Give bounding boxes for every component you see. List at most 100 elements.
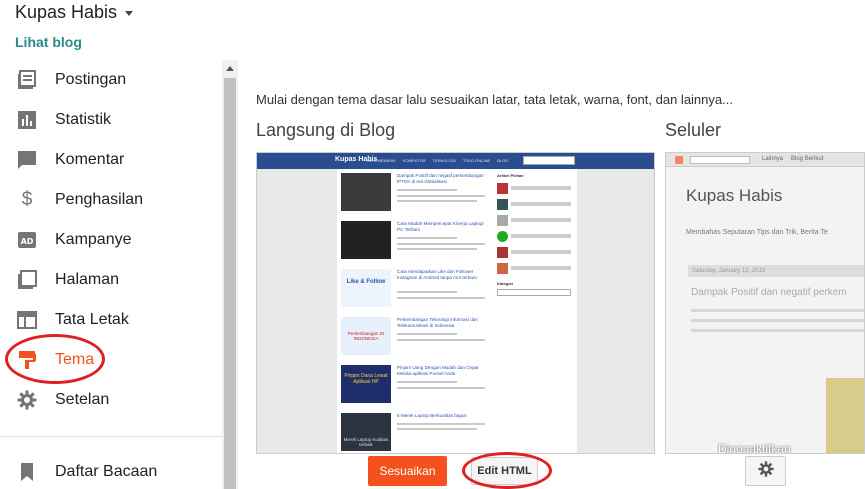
preview-side-item	[497, 213, 573, 227]
preview-side-item	[497, 245, 573, 259]
tema-highlight-ellipse	[5, 334, 105, 384]
scrollbar-thumb[interactable]	[224, 78, 236, 489]
preview-side-item	[497, 229, 573, 243]
preview-text-line	[397, 339, 485, 341]
sidebar-item-label: Penghasilan	[55, 191, 144, 208]
preview-thumb: Like & Follow	[341, 269, 391, 307]
mobile-top-link: Blog Berikut	[791, 156, 824, 162]
sidebar-item-stats[interactable]: Statistik	[0, 100, 222, 140]
preview-side-item	[497, 197, 573, 211]
preview-side-thumb	[497, 214, 508, 226]
preview-side-item	[497, 181, 573, 195]
preview-menu-item: INFO MENARIK	[367, 158, 396, 163]
preview-side-thumb	[497, 198, 508, 210]
preview-text-line	[397, 195, 485, 197]
live-blog-heading: Langsung di Blog	[256, 120, 396, 140]
mobile-post-title: Dampak Positif dan negatif perkem	[691, 287, 847, 298]
preview-sidebar: Artikel Pilihan Kategori	[497, 173, 573, 296]
sidebar-item-label: Kampanye	[55, 231, 132, 248]
preview-menu-item: TOKO ONLINE	[462, 158, 491, 163]
sidebar-item-reading-list[interactable]: Daftar Bacaan	[0, 452, 157, 489]
blog-name: Kupas Habis	[15, 2, 118, 22]
mobile-post-image	[826, 378, 864, 453]
preview-text-line	[397, 248, 477, 250]
preview-side-text	[511, 202, 571, 206]
preview-side-heading: Artikel Pilihan	[497, 173, 524, 178]
preview-navbar: Kupas Habis INFO MENARIK KOMPUTER TEKNOL…	[257, 153, 654, 169]
mobile-top-link: Lainnya	[762, 156, 784, 162]
preview-category-heading: Kategori	[497, 281, 514, 286]
sidebar-item-label: Halaman	[55, 271, 120, 288]
preview-meta-line	[397, 237, 457, 239]
preview-side-text	[511, 266, 571, 270]
pages-icon	[17, 270, 37, 290]
preview-text-line	[397, 243, 485, 245]
sidebar-item-comments[interactable]: Komentar	[0, 140, 222, 180]
sidebar-scrollbar[interactable]	[222, 60, 238, 489]
mobile-blog-title: Kupas Habis	[686, 186, 783, 205]
preview-post: Perkembangan DI INDONESIA Perkembangan T…	[341, 317, 491, 365]
preview-post-title: Cara mendapatkan Like dan Follower Insta…	[397, 269, 477, 280]
preview-post: Like & Follow Cara mendapatkan Like dan …	[341, 269, 491, 317]
preview-side-text	[511, 186, 571, 190]
preview-text-line	[397, 428, 477, 430]
live-blog-preview[interactable]: Kupas Habis INFO MENARIK KOMPUTER TEKNOL…	[256, 152, 655, 454]
mobile-preview[interactable]: Lainnya Blog Berikut Kupas Habis Membaha…	[665, 152, 865, 454]
preview-text-line	[397, 200, 477, 202]
sidebar-item-earnings[interactable]: $ Penghasilan	[0, 180, 222, 220]
preview-text-line	[397, 423, 485, 425]
preview-meta-line	[397, 381, 457, 383]
sidebar-item-campaigns[interactable]: AD Kampanye	[0, 220, 222, 260]
sidebar-item-label: Postingan	[55, 71, 127, 88]
preview-post: Pinjam Dana Lewat Aplikasi HP Pinjam Uan…	[341, 365, 491, 413]
mobile-top-links: Lainnya Blog Berikut	[762, 156, 823, 162]
gear-icon	[17, 390, 37, 410]
comment-icon	[17, 150, 37, 170]
mobile-heading: Seluler	[665, 120, 722, 140]
preview-meta-line	[397, 291, 457, 293]
preview-side-thumb	[497, 230, 508, 242]
gear-icon	[757, 460, 774, 482]
preview-content: Dampak Positif dan negatif perkembangan …	[337, 169, 577, 453]
sidebar-item-label: Setelan	[55, 391, 110, 408]
intro-text: Mulai dengan tema dasar lalu sesuaikan l…	[256, 92, 733, 107]
mobile-navbar: Lainnya Blog Berikut	[666, 153, 864, 167]
preview-post-title: Cara Mudah Mempercepat Kinerja Laptop/ P…	[397, 221, 484, 232]
blog-selector[interactable]: Kupas Habis	[15, 2, 134, 23]
sidebar-item-label: Tata Letak	[55, 311, 129, 328]
preview-menu: INFO MENARIK KOMPUTER TEKNOLOGI TOKO ONL…	[367, 158, 508, 163]
sidebar-item-label: Daftar Bacaan	[55, 463, 158, 480]
sidebar-item-posts[interactable]: Postingan	[0, 60, 222, 100]
ad-icon: AD	[17, 230, 37, 250]
preview-post-title: Perkembangan Teknologi Informasi dan Tel…	[397, 317, 478, 328]
mobile-settings-button[interactable]	[745, 456, 786, 486]
preview-text-line	[397, 387, 485, 389]
sidebar-item-settings[interactable]: Setelan	[0, 380, 222, 420]
sidebar-item-label: Komentar	[55, 151, 125, 168]
scroll-up-arrow-icon[interactable]	[226, 66, 234, 71]
preview-menu-item: KOMPUTER	[402, 158, 426, 163]
dollar-icon: $	[21, 189, 33, 210]
mobile-text-line	[691, 309, 864, 312]
mobile-text-line	[691, 329, 864, 332]
sidebar-divider	[0, 436, 222, 437]
preview-side-text	[511, 250, 571, 254]
caret-down-icon	[125, 11, 134, 16]
preview-thumb	[341, 173, 391, 211]
view-blog-link[interactable]: Lihat blog	[15, 34, 82, 50]
posts-icon	[17, 70, 37, 90]
preview-post-title: 5 Merek Laptop Berkualitas bagus	[397, 413, 467, 418]
preview-meta-line	[397, 189, 457, 191]
preview-menu-item: BLOG	[497, 158, 509, 163]
mobile-blog-subtitle: Membahas Seputaran Tips dan Trik, Berita…	[686, 229, 828, 236]
sidebar-item-pages[interactable]: Halaman	[0, 260, 222, 300]
preview-thumb	[341, 221, 391, 259]
mobile-date-header: Saturday, January 12, 2019	[688, 265, 864, 277]
preview-post-title: Dampak Positif dan negatif perkembangan …	[397, 173, 484, 184]
mobile-search-box	[690, 156, 750, 164]
sidebar-item-layout[interactable]: Tata Letak	[0, 300, 222, 340]
stats-icon	[17, 110, 37, 130]
preview-meta-line	[397, 333, 457, 335]
customize-button[interactable]: Sesuaikan	[368, 456, 447, 486]
preview-side-item	[497, 261, 573, 275]
